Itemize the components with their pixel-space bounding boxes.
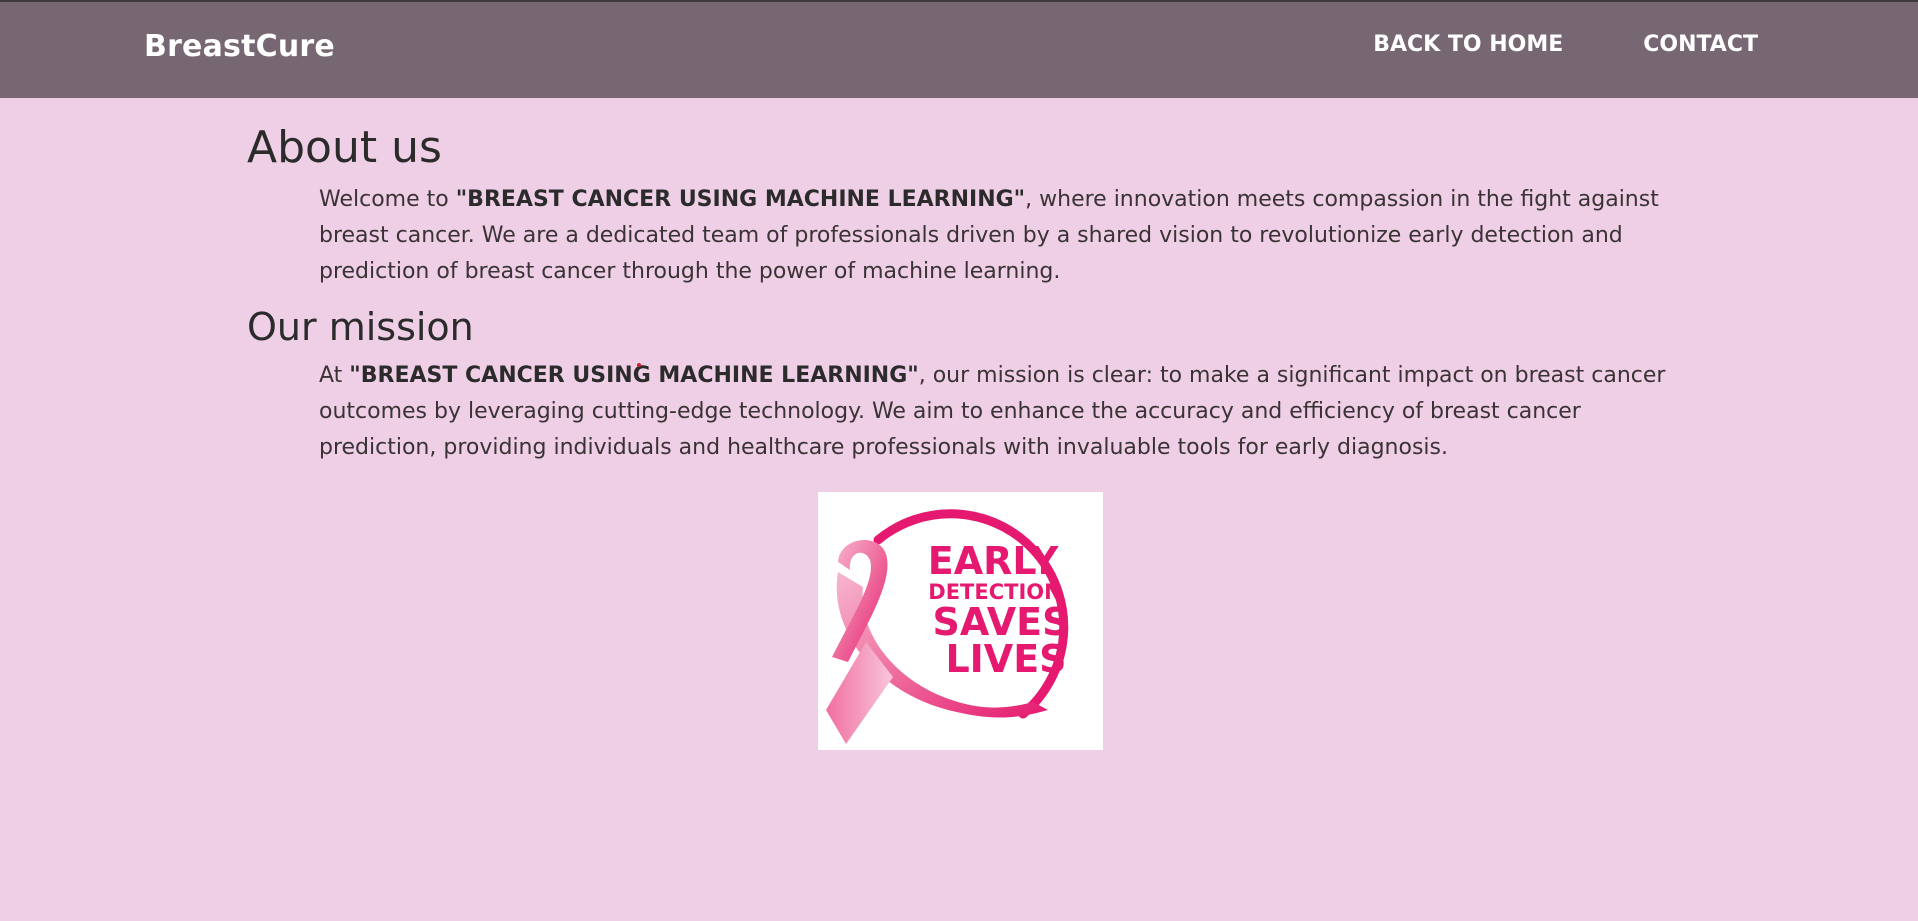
nav-back-to-home[interactable]: BACK TO HOME (1373, 32, 1563, 57)
cursor-dot (637, 363, 641, 367)
about-title: About us (247, 122, 442, 173)
awareness-image: EARLY DETECTION SAVES LIVES (818, 492, 1103, 750)
about-text-bold: "BREAST CANCER USING MACHINE LEARNING" (455, 187, 1026, 212)
brand-logo[interactable]: BreastCure (144, 29, 335, 64)
nav-links: BACK TO HOME CONTACT (1373, 32, 1758, 57)
mission-text-bold: "BREAST CANCER USING MACHINE LEARNING" (349, 363, 919, 388)
nav-contact[interactable]: CONTACT (1643, 32, 1758, 57)
mission-title: Our mission (247, 305, 474, 349)
mission-paragraph: At "BREAST CANCER USING MACHINE LEARNING… (319, 358, 1679, 466)
image-line-4: LIVES (945, 637, 1066, 681)
pink-ribbon-icon: EARLY DETECTION SAVES LIVES (826, 509, 1069, 744)
mission-text-prefix: At (319, 363, 350, 388)
about-text-prefix: Welcome to (319, 187, 456, 212)
navbar: BreastCure BACK TO HOME CONTACT (0, 2, 1918, 98)
about-paragraph: Welcome to "BREAST CANCER USING MACHINE … (319, 182, 1679, 290)
image-line-1: EARLY (928, 539, 1059, 583)
main-content: About us Welcome to "BREAST CANCER USING… (247, 120, 1667, 466)
